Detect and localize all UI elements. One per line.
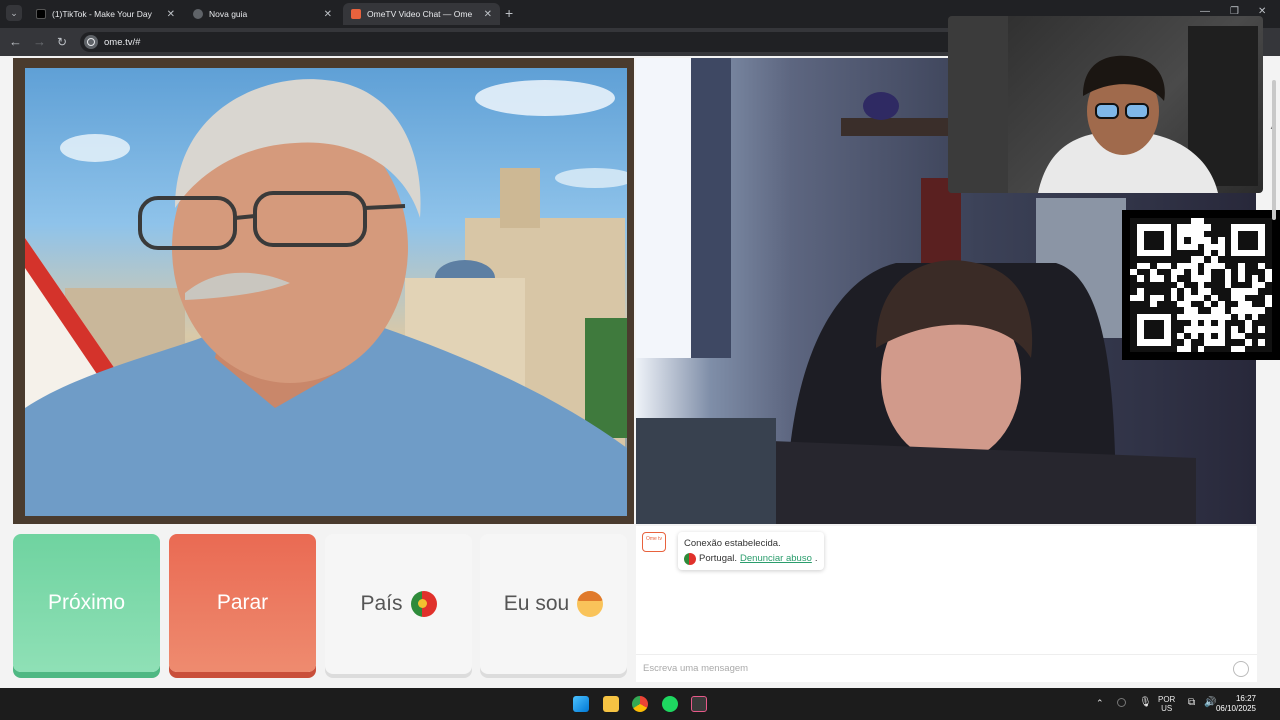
ometv-page: ▲ Próximo Parar País Eu sou Ome tv Conex…	[0, 16, 1280, 688]
portugal-flag-icon	[684, 552, 696, 565]
network-icon[interactable]: ⧉	[1188, 697, 1195, 708]
connection-status-text: Conexão estabelecida.	[684, 538, 781, 549]
tab-title: OmeTV Video Chat — Ome	[367, 9, 473, 19]
tiktok-favicon-icon	[36, 9, 46, 19]
scrollbar-thumb[interactable]	[1272, 80, 1276, 220]
qr-code	[1122, 210, 1280, 360]
ometv-logo-text: Ome tv	[645, 536, 663, 542]
report-abuse-link[interactable]: Denunciar abuso	[740, 551, 812, 566]
close-tab-icon[interactable]: ✕	[167, 9, 175, 20]
partner-country-text: Portugal.	[699, 553, 738, 564]
language-code: POR	[1158, 695, 1176, 704]
close-tab-icon[interactable]: ✕	[484, 9, 492, 20]
boy-emoji-icon	[577, 591, 604, 617]
windows-start-icon[interactable]	[573, 696, 589, 712]
tab-new-tab-page[interactable]: Nova guia ✕	[185, 3, 340, 25]
language-indicator[interactable]: POR US	[1158, 695, 1175, 713]
site-info-icon[interactable]	[84, 35, 98, 49]
clock-time: 16:27	[1235, 694, 1256, 703]
windows-taskbar: ⌃ 🎙 POR US ⧉ 🔊 16:27 06/10/2025	[0, 688, 1280, 720]
tray-app-icon[interactable]	[1117, 698, 1126, 707]
spotify-icon[interactable]	[662, 696, 678, 712]
next-button[interactable]: Próximo	[13, 534, 160, 672]
file-explorer-icon[interactable]	[603, 696, 619, 712]
chrome-icon[interactable]	[632, 696, 648, 712]
tab-ometv[interactable]: OmeTV Video Chat — Ome ✕	[343, 3, 500, 25]
tab-tiktok[interactable]: (1)TikTok - Make Your Day ✕	[28, 3, 183, 25]
tab-title: (1)TikTok - Make Your Day	[52, 9, 152, 19]
close-tab-icon[interactable]: ✕	[324, 9, 332, 20]
message-input[interactable]	[643, 663, 1203, 674]
local-video-image	[25, 68, 627, 516]
chat-panel: Ome tv Conexão estabelecida. Portugal. D…	[636, 526, 1257, 682]
system-clock[interactable]: 16:27 06/10/2025	[1216, 694, 1256, 714]
keyboard-layout-code: US	[1161, 704, 1173, 713]
report-suffix: .	[814, 553, 818, 564]
clock-date: 06/10/2025	[1215, 704, 1256, 713]
volume-icon[interactable]: 🔊	[1204, 697, 1216, 708]
next-button-label: Próximo	[47, 591, 126, 614]
url-text: ome.tv/#	[104, 36, 141, 48]
stop-button-label: Parar	[216, 591, 269, 614]
emoji-picker-icon[interactable]	[1233, 661, 1249, 677]
portugal-flag-icon	[410, 591, 437, 617]
obs-streaming-icon[interactable]	[691, 696, 707, 712]
show-hidden-icons-chevron-icon[interactable]: ⌃	[1096, 698, 1104, 709]
tab-title: Nova guia	[209, 9, 248, 19]
gender-button-label: Eu sou	[503, 592, 570, 615]
ometv-favicon-icon	[351, 9, 361, 19]
qr-code-pattern	[1130, 218, 1272, 352]
country-button-label: País	[360, 592, 403, 615]
microphone-icon[interactable]: 🎙	[1139, 697, 1152, 708]
reload-icon[interactable]: ↻	[57, 34, 67, 50]
forward-arrow-icon[interactable]: →	[33, 34, 46, 50]
gender-button[interactable]: Eu sou	[480, 534, 627, 674]
streamer-webcam-overlay	[948, 16, 1263, 193]
system-message: Conexão estabelecida. Portugal. Denuncia…	[678, 532, 824, 570]
country-button[interactable]: País	[325, 534, 472, 674]
message-input-bar	[636, 654, 1257, 682]
stop-button[interactable]: Parar	[169, 534, 316, 672]
back-arrow-icon[interactable]: ←	[9, 34, 22, 50]
local-video	[13, 58, 634, 524]
new-tab-plus-icon[interactable]: +	[505, 5, 513, 21]
tab-search-chevron-icon[interactable]: ⌄	[6, 5, 22, 21]
ometv-logo-icon: Ome tv	[642, 532, 666, 552]
chrome-favicon-icon	[193, 9, 203, 19]
